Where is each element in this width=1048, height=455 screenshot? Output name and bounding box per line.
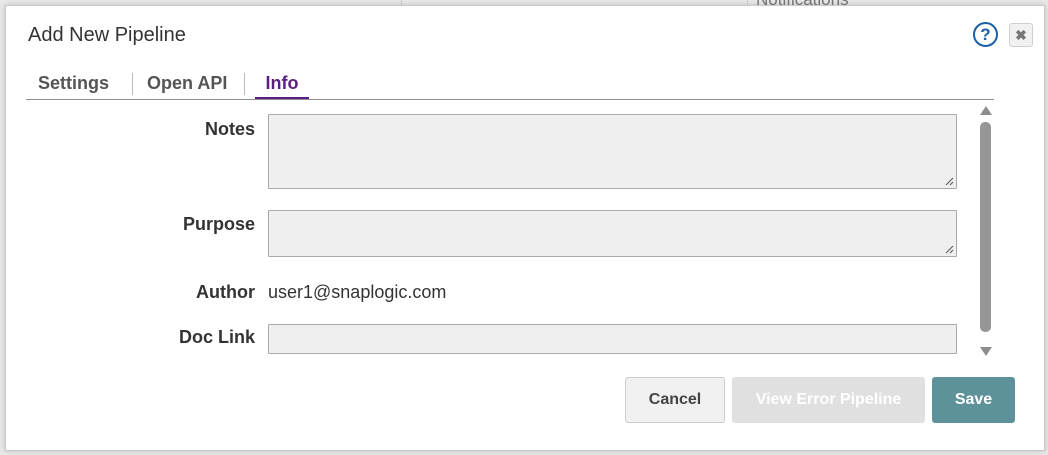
add-pipeline-dialog: Add New Pipeline ? ✖ Settings Open API I… (5, 5, 1045, 451)
purpose-textarea[interactable] (268, 210, 957, 257)
help-icon[interactable]: ? (973, 22, 998, 47)
dialog-title: Add New Pipeline (28, 24, 186, 46)
resize-handle-icon[interactable] (945, 245, 954, 254)
author-value: user1@snaplogic.com (268, 282, 447, 302)
doc-link-input[interactable] (268, 324, 957, 354)
author-label: Author (196, 282, 255, 302)
scroll-down-icon[interactable] (980, 347, 992, 356)
close-icon[interactable]: ✖ (1009, 23, 1033, 47)
tab-divider (244, 73, 245, 95)
scrollbar-thumb[interactable] (980, 122, 991, 332)
tab-settings[interactable]: Settings (38, 69, 109, 99)
resize-handle-icon[interactable] (945, 177, 954, 186)
tab-divider (132, 73, 133, 95)
notes-textarea[interactable] (268, 114, 957, 189)
tab-info[interactable]: Info (255, 69, 309, 99)
purpose-label: Purpose (182, 214, 255, 234)
notes-label: Notes (204, 119, 255, 139)
doc-link-label: Doc Link (178, 327, 255, 347)
view-error-pipeline-button[interactable]: View Error Pipeline (732, 377, 925, 423)
tab-open-api[interactable]: Open API (147, 69, 227, 99)
scroll-up-icon[interactable] (980, 106, 992, 115)
save-button[interactable]: Save (932, 377, 1015, 423)
tab-bar: Settings Open API Info (26, 69, 994, 100)
cancel-button[interactable]: Cancel (625, 377, 725, 423)
